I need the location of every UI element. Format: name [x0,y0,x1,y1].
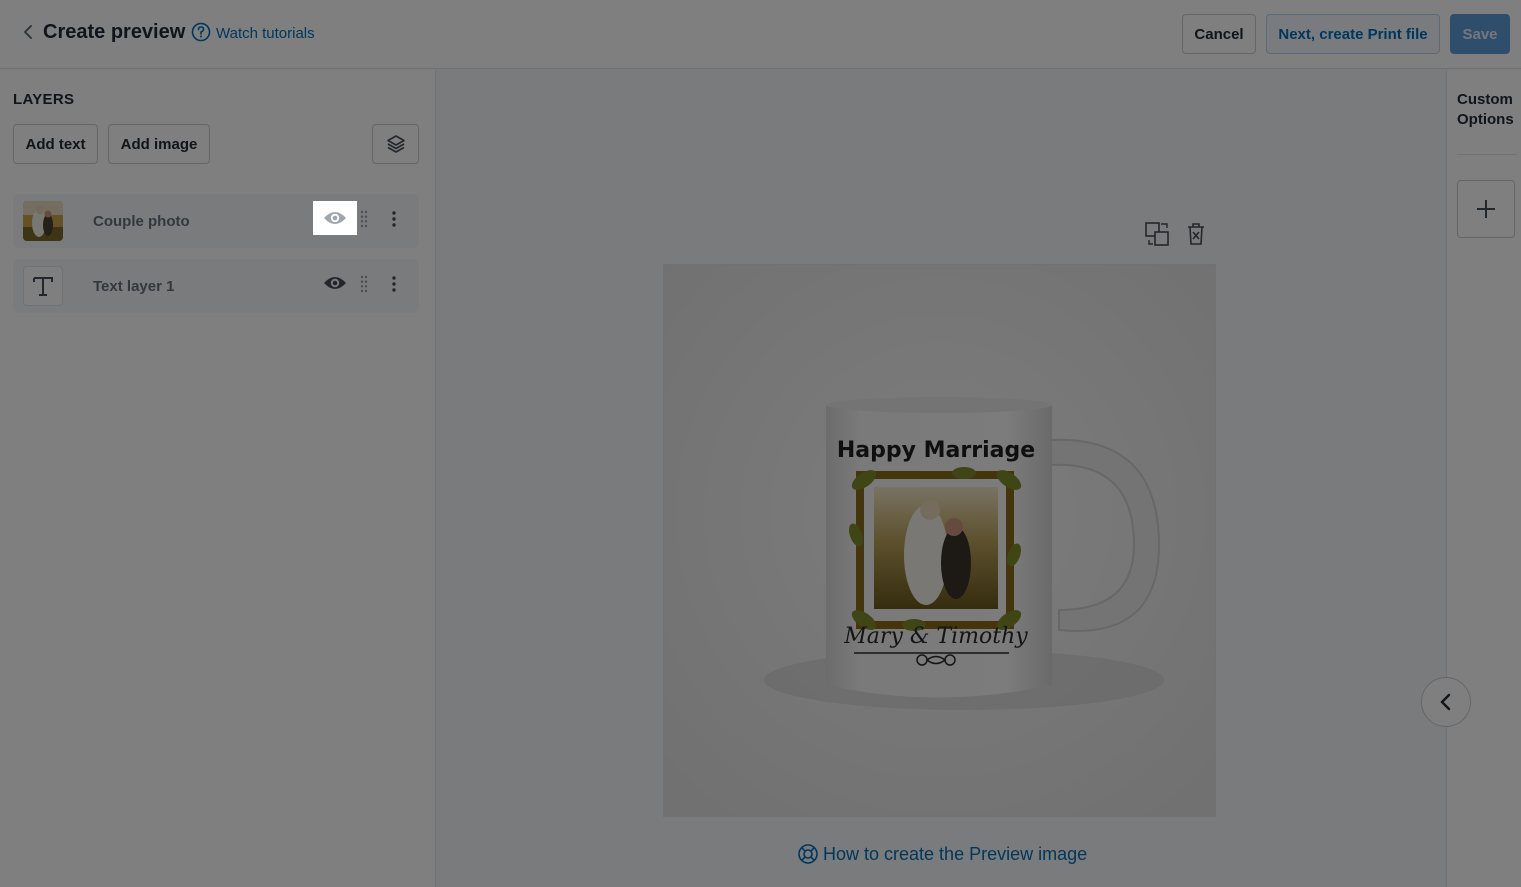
plus-icon [1477,200,1495,218]
mug-title-text: Happy Marriage [837,438,1035,463]
preview-help-text: How to create the Preview image [823,843,1088,864]
layers-panel: LAYERS Add text Add image Couple photo T… [0,70,436,887]
layer-name: Text layer 1 [93,278,175,295]
drag-handle-icon[interactable] [359,209,369,229]
top-bar: Create preview Watch tutorials Cancel Ne… [0,0,1521,69]
preview-canvas: Happy Marriage Mary & Timothy How to cre… [437,70,1445,887]
lifebuoy-icon [798,844,818,864]
eye-icon [324,212,346,224]
highlighted-visibility-toggle[interactable] [313,201,357,235]
couple-photo-thumbnail [23,201,63,241]
layers-order-button[interactable] [372,124,419,164]
help-circle-icon[interactable] [191,22,211,42]
layers-heading: LAYERS [13,91,75,108]
add-custom-option-button[interactable] [1457,180,1515,238]
custom-options-panel: Custom Options [1446,70,1521,887]
page-title: Create preview [43,21,186,43]
delete-icon[interactable] [1183,221,1209,247]
more-vertical-icon[interactable] [387,208,401,230]
mug-names-text: Mary & Timothy [843,624,1028,649]
layers-icon [386,135,405,153]
chevron-left-icon [1440,693,1451,711]
toggle-visibility-button[interactable] [313,266,357,300]
watch-tutorials-link[interactable]: Watch tutorials [216,25,315,42]
mug-preview-image: Happy Marriage Mary & Timothy [663,264,1216,817]
drag-handle-icon[interactable] [359,274,369,294]
text-layer-thumbnail [23,266,63,306]
divider [1457,154,1517,155]
text-icon [33,277,53,296]
preview-help-link[interactable]: How to create the Preview image [797,842,1087,866]
cancel-button[interactable]: Cancel [1182,14,1256,54]
layer-item-couple-photo[interactable]: Couple photo [13,194,419,248]
add-text-button[interactable]: Add text [13,124,98,164]
more-vertical-icon[interactable] [387,273,401,295]
eye-icon [324,277,346,289]
layer-item-text-layer-1[interactable]: Text layer 1 [13,259,419,313]
save-button[interactable]: Save [1450,14,1510,54]
collapse-panel-button[interactable] [1421,677,1471,727]
chevron-left-icon[interactable] [20,22,36,42]
add-image-button[interactable]: Add image [108,124,210,164]
next-create-print-file-button[interactable]: Next, create Print file [1266,14,1440,54]
custom-options-label: Custom Options [1457,91,1514,128]
layer-name: Couple photo [93,213,190,230]
replace-image-icon[interactable] [1144,221,1170,247]
